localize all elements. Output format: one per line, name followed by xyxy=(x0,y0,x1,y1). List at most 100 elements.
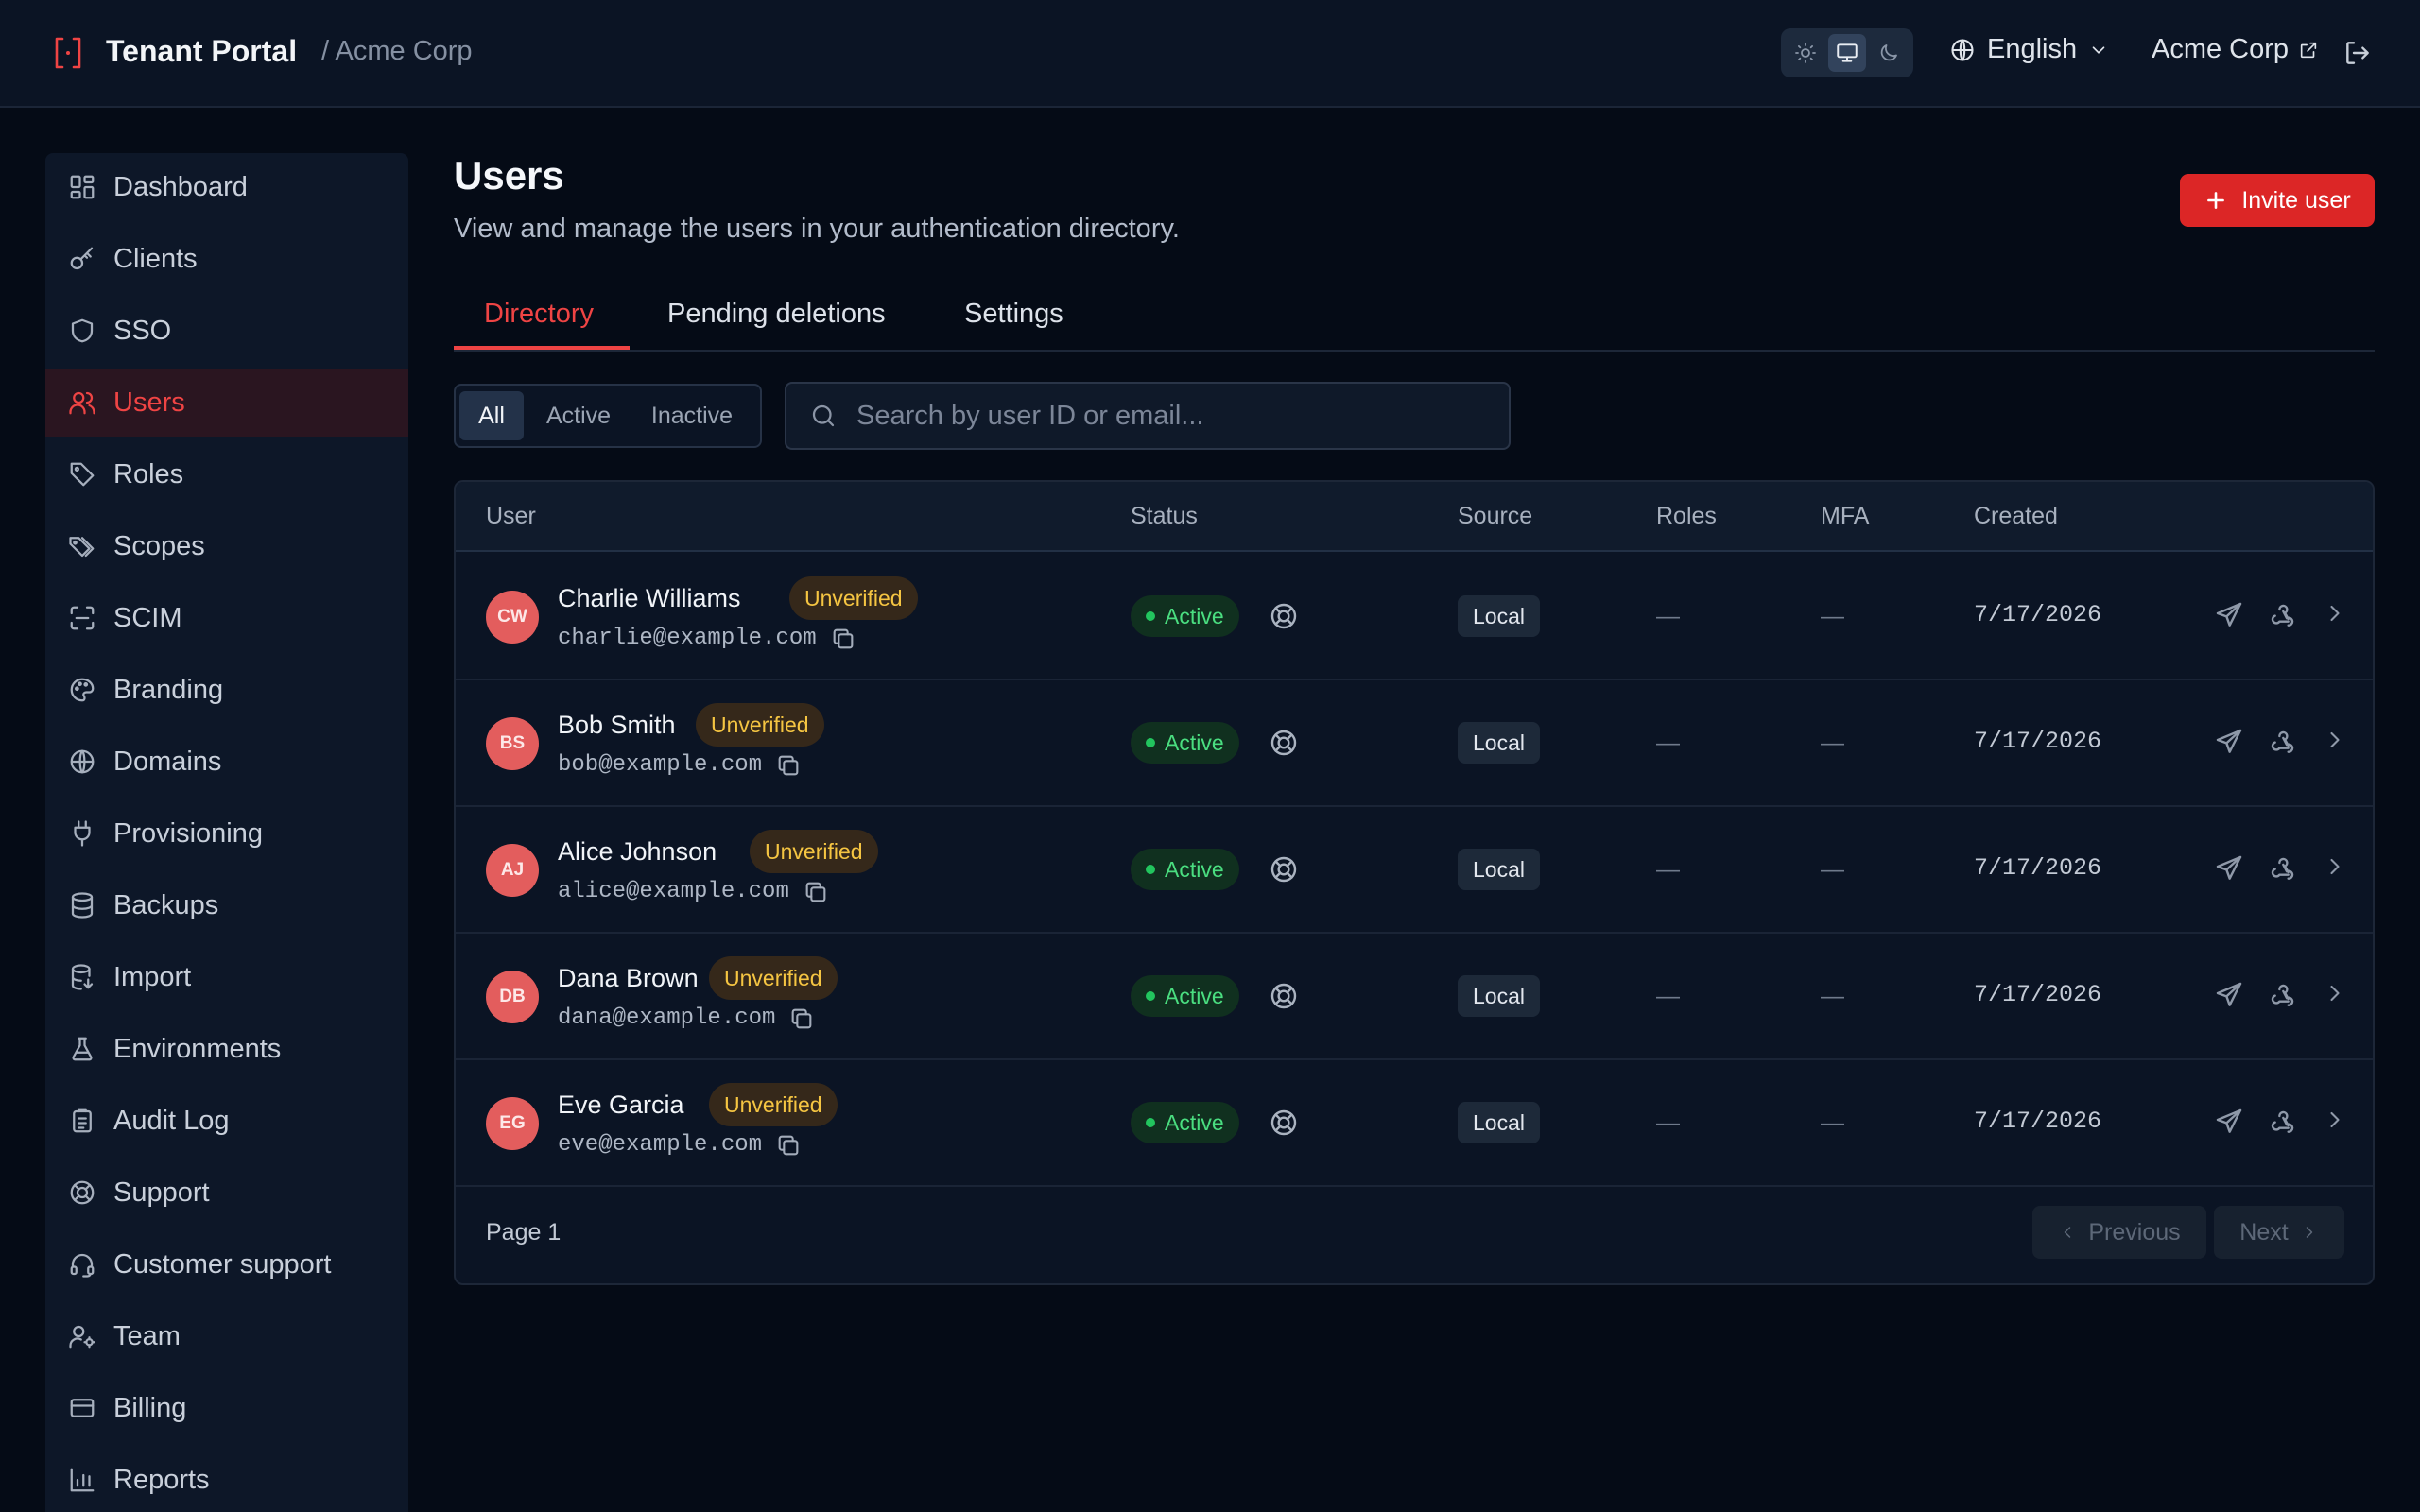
copy-icon[interactable] xyxy=(775,752,802,779)
sidebar-item-support[interactable]: Support xyxy=(45,1159,408,1227)
sidebar-item-billing[interactable]: Billing xyxy=(45,1374,408,1442)
lifebuoy-icon[interactable] xyxy=(1269,1108,1299,1138)
filter-inactive[interactable]: Inactive xyxy=(631,391,752,440)
chevron-right-icon[interactable] xyxy=(2322,853,2348,880)
filter-active[interactable]: Active xyxy=(531,391,626,440)
sidebar-item-label: Roles xyxy=(113,458,184,490)
tab-pending-deletions[interactable]: Pending deletions xyxy=(667,299,886,330)
avatar: BS xyxy=(486,717,539,770)
copy-icon[interactable] xyxy=(788,1005,815,1032)
user-name[interactable]: Eve Garcia xyxy=(558,1091,684,1120)
logo-icon[interactable] xyxy=(53,36,83,70)
send-icon[interactable] xyxy=(2214,853,2244,884)
sidebar-item-customer-support[interactable]: Customer support xyxy=(45,1230,408,1298)
column-created[interactable]: Created xyxy=(1974,503,2058,530)
column-roles[interactable]: Roles xyxy=(1656,503,1717,530)
webhook-icon[interactable] xyxy=(2267,980,2297,1010)
send-icon[interactable] xyxy=(2214,727,2244,757)
chevron-right-icon[interactable] xyxy=(2322,1107,2348,1133)
logout-button[interactable] xyxy=(2342,38,2373,68)
tab-settings[interactable]: Settings xyxy=(964,299,1063,330)
send-icon[interactable] xyxy=(2214,600,2244,630)
user-name[interactable]: Bob Smith xyxy=(558,711,676,740)
lifebuoy-icon[interactable] xyxy=(1269,601,1299,631)
table-row[interactable]: CW Charlie Williams Unverified charlie@exam… xyxy=(456,554,2373,680)
sidebar-item-dashboard[interactable]: Dashboard xyxy=(45,153,408,221)
sidebar-item-team[interactable]: Team xyxy=(45,1302,408,1370)
sidebar: Dashboard Clients SSO Users Roles Scopes SCIM B… xyxy=(45,153,408,1512)
monitor-icon xyxy=(1837,43,1858,62)
user-name[interactable]: Charlie Williams xyxy=(558,584,741,613)
status-badge: Active xyxy=(1131,1102,1239,1143)
search-input[interactable] xyxy=(856,400,1461,432)
unverified-badge: Unverified xyxy=(709,1083,838,1126)
user-name[interactable]: Dana Brown xyxy=(558,964,699,993)
sidebar-item-scim[interactable]: SCIM xyxy=(45,584,408,652)
filter-all[interactable]: All xyxy=(459,391,524,440)
send-icon[interactable] xyxy=(2214,980,2244,1010)
light-theme-button[interactable] xyxy=(1787,34,1824,72)
status-filter: All Active Inactive xyxy=(454,384,762,448)
lifebuoy-icon[interactable] xyxy=(1269,728,1299,758)
webhook-icon[interactable] xyxy=(2267,727,2297,757)
column-mfa[interactable]: MFA xyxy=(1821,503,1869,530)
chevron-right-icon[interactable] xyxy=(2322,600,2348,627)
sidebar-item-scopes[interactable]: Scopes xyxy=(45,512,408,580)
sidebar-item-clients[interactable]: Clients xyxy=(45,225,408,293)
language-label: English xyxy=(1987,34,2078,64)
app-title[interactable]: Tenant Portal xyxy=(106,34,297,69)
status-dot xyxy=(1146,865,1155,874)
next-page-button[interactable]: Next xyxy=(2214,1206,2344,1259)
status-label: Active xyxy=(1165,856,1224,882)
user-email: eve@example.com xyxy=(558,1132,763,1158)
sidebar-item-branding[interactable]: Branding xyxy=(45,656,408,724)
copy-icon[interactable] xyxy=(830,626,856,652)
mfa-value: — xyxy=(1821,603,1844,629)
chevron-right-icon[interactable] xyxy=(2322,980,2348,1006)
sidebar-item-provisioning[interactable]: Provisioning xyxy=(45,799,408,868)
column-status[interactable]: Status xyxy=(1131,503,1198,530)
roles-value: — xyxy=(1656,983,1680,1009)
column-user[interactable]: User xyxy=(486,503,536,530)
sidebar-item-reports[interactable]: Reports xyxy=(45,1446,408,1512)
webhook-icon[interactable] xyxy=(2267,853,2297,884)
send-icon[interactable] xyxy=(2214,1107,2244,1137)
sidebar-item-backups[interactable]: Backups xyxy=(45,871,408,939)
sidebar-item-users[interactable]: Users xyxy=(45,369,408,437)
table-row[interactable]: EG Eve Garcia Unverified eve@example.com Act… xyxy=(456,1060,2373,1187)
chevron-right-icon[interactable] xyxy=(2322,727,2348,753)
sidebar-item-label: Support xyxy=(113,1177,210,1208)
sidebar-item-import[interactable]: Import xyxy=(45,943,408,1011)
sidebar-item-environments[interactable]: Environments xyxy=(45,1015,408,1083)
dashboard-icon xyxy=(68,173,96,201)
sidebar-item-audit-log[interactable]: Audit Log xyxy=(45,1087,408,1155)
mfa-value: — xyxy=(1821,1109,1844,1136)
status-badge: Active xyxy=(1131,849,1239,890)
table-row[interactable]: DB Dana Brown Unverified dana@example.com Ac… xyxy=(456,934,2373,1060)
copy-icon[interactable] xyxy=(775,1132,802,1159)
plug-icon xyxy=(68,819,96,848)
sidebar-item-sso[interactable]: SSO xyxy=(45,297,408,365)
webhook-icon[interactable] xyxy=(2267,600,2297,630)
sidebar-item-roles[interactable]: Roles xyxy=(45,440,408,508)
unverified-badge: Unverified xyxy=(789,576,918,620)
sidebar-item-label: Customer support xyxy=(113,1248,332,1280)
table-row[interactable]: AJ Alice Johnson Unverified alice@example.c… xyxy=(456,807,2373,934)
lifebuoy-icon[interactable] xyxy=(1269,854,1299,885)
user-name[interactable]: Alice Johnson xyxy=(558,837,717,867)
tab-directory[interactable]: Directory xyxy=(484,299,594,330)
dark-theme-button[interactable] xyxy=(1870,34,1908,72)
copy-icon[interactable] xyxy=(803,879,829,905)
table-row[interactable]: BS Bob Smith Unverified bob@example.com Acti… xyxy=(456,680,2373,807)
org-external-link[interactable]: Acme Corp xyxy=(2152,34,2319,65)
language-selector[interactable]: English xyxy=(1949,34,2109,65)
invite-user-button[interactable]: Invite user xyxy=(2180,174,2375,227)
system-theme-button[interactable] xyxy=(1828,34,1866,72)
sidebar-item-domains[interactable]: Domains xyxy=(45,728,408,796)
database-import-icon xyxy=(68,963,96,991)
webhook-icon[interactable] xyxy=(2267,1107,2297,1137)
column-source[interactable]: Source xyxy=(1458,503,1532,530)
lifebuoy-icon[interactable] xyxy=(1269,981,1299,1011)
previous-page-button[interactable]: Previous xyxy=(2032,1206,2206,1259)
user-email: dana@example.com xyxy=(558,1005,776,1031)
